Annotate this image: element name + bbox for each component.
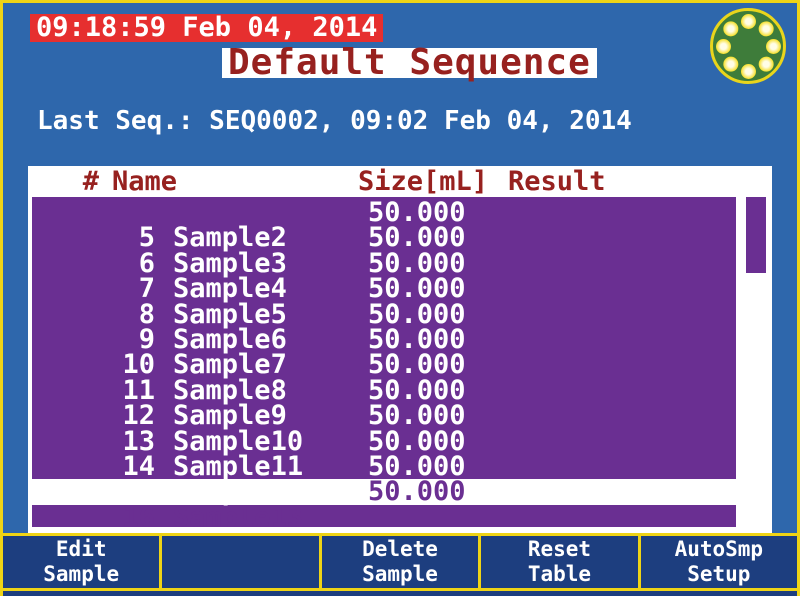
scrollbar-thumb[interactable] [746, 197, 766, 273]
column-header-num: # [59, 166, 99, 197]
cell-size: 50.000 [368, 225, 466, 250]
table-row[interactable]: 11Sample8 50.000 [32, 352, 736, 377]
vial-dot [741, 64, 756, 79]
page-title: Default Sequence [222, 48, 597, 78]
scrollbar-track[interactable] [746, 197, 766, 527]
last-sequence-status: Last Seq.: SEQ0002, 09:02 Feb 04, 2014 [37, 106, 632, 136]
cell-name: Sample13 [173, 505, 303, 527]
softkey-label: Delete [322, 537, 478, 562]
sample-table-body: 5Sample2 50.000 6Sample3 50.000 7Sample4… [32, 197, 736, 527]
softkey-label: Table [481, 562, 637, 587]
edit-sample-button[interactable]: Edit Sample [3, 536, 159, 588]
instrument-screen: 09:18:59 Feb 04, 2014 Default Sequence L… [0, 0, 800, 596]
sequence-table: # Name Size[mL] Result 5Sample2 50.000 6… [28, 166, 772, 533]
autosmp-setup-button[interactable]: AutoSmp Setup [641, 536, 797, 588]
vial-dot [720, 53, 741, 74]
softkey-label: Sample [3, 562, 159, 587]
softkey-label: Sample [322, 562, 478, 587]
table-row[interactable]: 16Sample13 50.000 [32, 479, 736, 504]
table-row[interactable]: 6Sample3 50.000 [32, 225, 736, 250]
cell-size: 50.000 [368, 352, 466, 377]
softkey-label: Setup [641, 562, 797, 587]
vial-dot [755, 53, 776, 74]
vial-dot [716, 39, 731, 54]
empty-softkey [162, 536, 318, 588]
delete-sample-button[interactable]: Delete Sample [322, 536, 478, 588]
vial-dot [720, 18, 741, 39]
column-header-result: Result [508, 166, 606, 197]
vial-dot [755, 18, 776, 39]
column-header-size: Size[mL] [358, 166, 488, 197]
softkey-label: Edit [3, 537, 159, 562]
vial-dot [741, 14, 756, 29]
reset-table-button[interactable]: Reset Table [481, 536, 637, 588]
clock-banner: 09:18:59 Feb 04, 2014 [30, 14, 383, 42]
softkey-bar-fill [3, 591, 797, 596]
softkey-label: AutoSmp [641, 537, 797, 562]
vial-dot [766, 39, 781, 54]
cell-num: 16 [117, 505, 155, 527]
softkey-label: Reset [481, 537, 637, 562]
cell-size: 50.000 [368, 403, 466, 428]
table-row[interactable]: 8Sample5 50.000 [32, 276, 736, 301]
cell-size: 50.000 [368, 479, 466, 504]
table-row[interactable]: 13Sample10 50.000 [32, 403, 736, 428]
cell-size: 50.000 [368, 276, 466, 301]
column-header-name: Name [112, 166, 177, 197]
autosampler-carousel-icon [710, 8, 786, 84]
table-header: # Name Size[mL] Result [28, 166, 772, 197]
softkey-bar: Edit Sample Delete Sample Reset Table Au… [3, 533, 797, 596]
